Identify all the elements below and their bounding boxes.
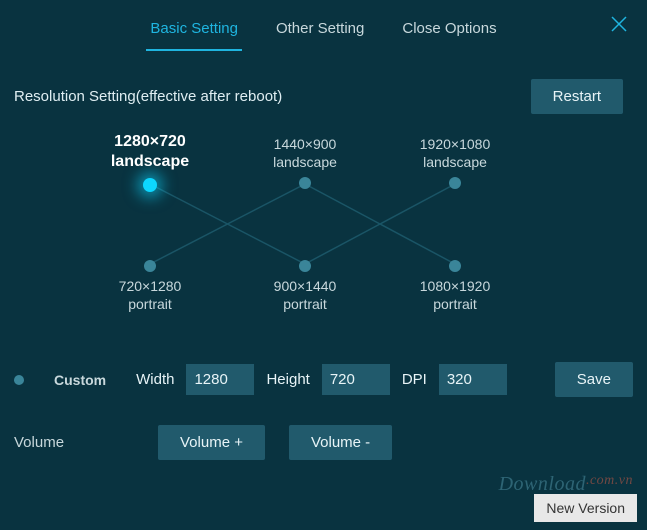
resolution-size-label: 1920×1080 [385,136,525,154]
resolution-title: Resolution Setting(effective after reboo… [14,88,531,105]
resolution-dot-icon [299,260,311,272]
resolution-orient-label: portrait [235,296,375,314]
tab-basic-setting[interactable]: Basic Setting [146,14,242,51]
restart-button[interactable]: Restart [531,79,623,114]
resolution-dot-icon [449,260,461,272]
resolution-dot-icon [144,260,156,272]
resolution-orient-label: landscape [80,152,220,172]
resolution-1440x900-landscape[interactable]: 1440×900 landscape [235,136,375,195]
resolution-720x1280-portrait[interactable]: 720×1280 portrait [80,254,220,313]
height-label: Height [266,371,309,388]
resolution-size-label: 1080×1920 [385,278,525,296]
resolution-orient-label: landscape [235,154,375,172]
volume-up-button[interactable]: Volume + [158,425,265,460]
resolution-size-label: 1440×900 [235,136,375,154]
resolution-1920x1080-landscape[interactable]: 1920×1080 landscape [385,136,525,195]
resolution-size-label: 720×1280 [80,278,220,296]
resolution-header: Resolution Setting(effective after reboo… [0,51,647,124]
custom-label: Custom [54,372,106,388]
resolution-900x1440-portrait[interactable]: 900×1440 portrait [235,254,375,313]
height-input[interactable] [322,364,390,395]
tab-close-options[interactable]: Close Options [398,14,500,51]
resolution-dot-icon [143,178,157,192]
volume-label: Volume [14,434,134,451]
resolution-dot-icon [449,177,461,189]
volume-row: Volume Volume + Volume - [0,407,647,478]
resolution-size-label: 1280×720 [80,132,220,152]
dpi-label: DPI [402,371,427,388]
resolution-orient-label: portrait [80,296,220,314]
tab-bar: Basic Setting Other Setting Close Option… [0,0,647,51]
resolution-selector: 1280×720 landscape 1440×900 landscape 19… [30,124,617,344]
custom-radio[interactable] [14,375,24,385]
custom-resolution-row: Custom Width Height DPI Save [0,344,647,407]
width-label: Width [136,371,174,388]
tab-other-setting[interactable]: Other Setting [272,14,368,51]
resolution-orient-label: landscape [385,154,525,172]
width-input[interactable] [186,364,254,395]
dpi-input[interactable] [439,364,507,395]
resolution-orient-label: portrait [385,296,525,314]
save-button[interactable]: Save [555,362,633,397]
new-version-button[interactable]: New Version [534,494,637,522]
volume-down-button[interactable]: Volume - [289,425,392,460]
resolution-1080x1920-portrait[interactable]: 1080×1920 portrait [385,254,525,313]
close-icon[interactable] [609,14,629,34]
resolution-1280x720-landscape[interactable]: 1280×720 landscape [80,132,220,198]
resolution-dot-icon [299,177,311,189]
resolution-size-label: 900×1440 [235,278,375,296]
